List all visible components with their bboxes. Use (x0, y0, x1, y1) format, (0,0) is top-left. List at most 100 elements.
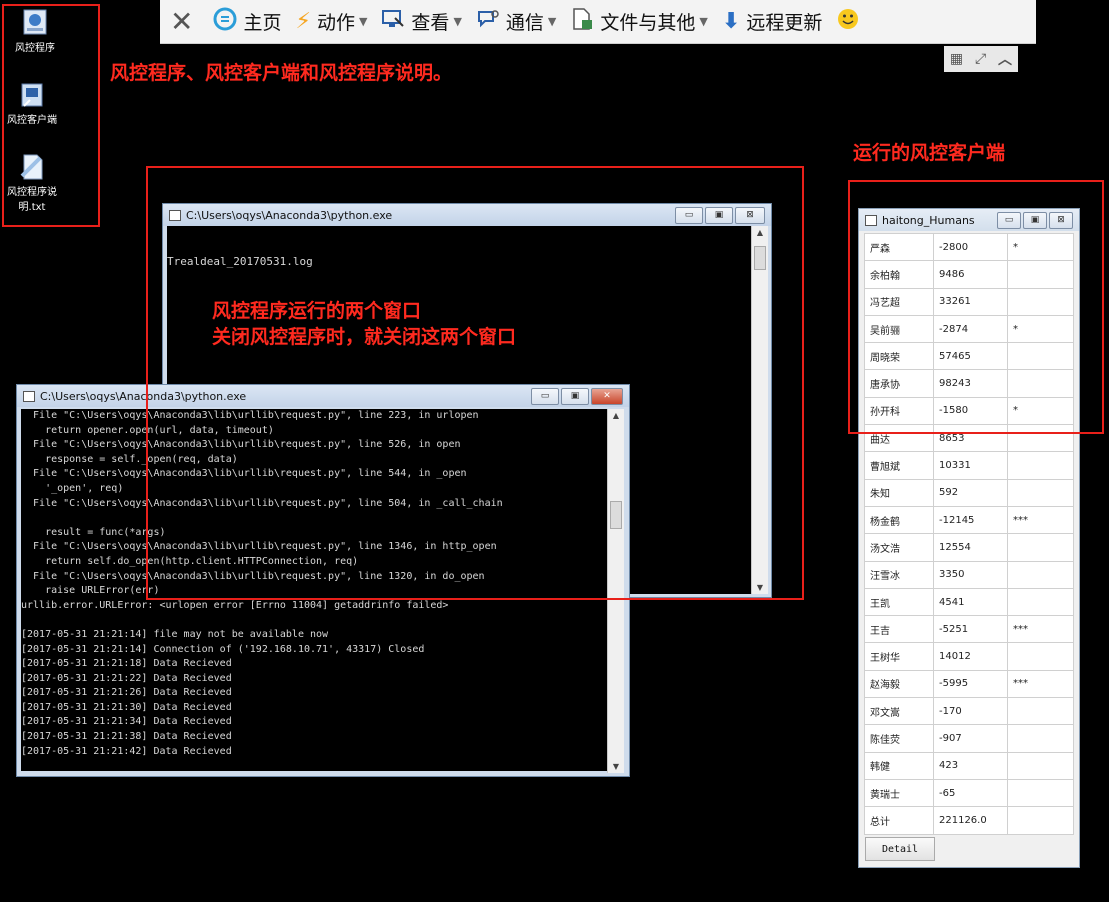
table-row[interactable]: 陈佳荧 -907 (864, 724, 1074, 753)
table-row[interactable]: 严森 -2800 * (864, 232, 1074, 262)
table-cell-name: 朱知 (864, 478, 934, 507)
toolbar-home-button[interactable]: 主页 (213, 0, 281, 44)
toolbar-view-label: 查看 (411, 12, 450, 34)
table-cell-flag: *** (1007, 615, 1074, 644)
minimize-button[interactable]: ▭ (531, 388, 559, 405)
table-row[interactable]: 韩健 423 (864, 751, 1074, 780)
table-cell-value: -65 (933, 778, 1008, 808)
console-front-scrollbar[interactable]: ▲ ▼ (607, 409, 624, 773)
table-cell-value: 14012 (933, 642, 1008, 671)
table-row[interactable]: 王吉 -5251 *** (864, 615, 1074, 644)
table-cell-name: 唐承协 (864, 369, 934, 398)
table-cell-value: 423 (933, 751, 1008, 780)
scroll-up-icon[interactable]: ▲ (752, 228, 768, 237)
table-cell-flag (1007, 751, 1074, 780)
table-row[interactable]: 汤文浩 12554 (864, 533, 1074, 562)
close-button[interactable]: ⊠ (735, 207, 765, 224)
table-row[interactable]: 黄瑞士 -65 (864, 778, 1074, 808)
positions-table: 严森 -2800 * 余柏翰 9486 冯艺超 33261 吴前骊 -2874 * 周晓荣 57465… (864, 232, 1074, 835)
table-cell-value: 3350 (933, 560, 1008, 589)
table-row[interactable]: 赵海毅 -5995 *** (864, 669, 1074, 699)
chevron-up-icon[interactable]: ︿ (998, 49, 1012, 69)
console-window-back-title: C:\Users\oqys\Anaconda3\python.exe (186, 208, 393, 222)
scrollbar-thumb[interactable] (610, 501, 622, 529)
table-cell-value: -1580 (933, 396, 1008, 426)
toolbar-smiley-button[interactable] (836, 0, 866, 44)
console-window-front-titlebar[interactable]: C:\Users\oqys\Anaconda3\python.exe ▭ ▣ ✕ (17, 385, 629, 407)
close-button[interactable]: ⊠ (1049, 212, 1073, 229)
program-icon (21, 8, 49, 38)
table-cell-flag (1007, 587, 1074, 617)
scroll-up-icon[interactable]: ▲ (608, 411, 624, 420)
download-icon: ⬇ (721, 8, 741, 34)
table-cell-name: 黄瑞士 (864, 778, 934, 808)
table-row[interactable]: 朱知 592 (864, 478, 1074, 507)
toolbar-comm-menu[interactable]: 通信 ▼ (476, 0, 556, 44)
minimize-button[interactable]: ▭ (997, 212, 1021, 229)
table-row[interactable]: 冯艺超 33261 (864, 287, 1074, 316)
client-window[interactable]: haitong_Humans ▭ ▣ ⊠ 严森 -2800 * 余柏翰 9486 冯艺超 3… (858, 208, 1080, 868)
desktop-icon-client[interactable]: 风控客户端 (0, 80, 67, 128)
toolbar-view-menu[interactable]: 查看 ▼ (381, 0, 462, 44)
table-row[interactable]: 王树华 14012 (864, 642, 1074, 671)
client-window-title: haitong_Humans (882, 213, 975, 227)
toolbar-files-menu[interactable]: 文件与其他 ▼ (570, 0, 708, 44)
desktop-icon-readme-label-line1: 风控程序说 (7, 187, 57, 198)
scrollbar-thumb[interactable] (754, 246, 766, 270)
toolbar-action-menu[interactable]: ⚡ 动作 ▼ (295, 0, 367, 44)
table-row[interactable]: 余柏翰 9486 (864, 260, 1074, 289)
fullscreen-icon[interactable]: ⤢ (975, 51, 986, 67)
table-row[interactable]: 孙开科 -1580 * (864, 396, 1074, 426)
table-cell-value: -907 (933, 724, 1008, 753)
table-row[interactable]: 汪雪冰 3350 (864, 560, 1074, 589)
table-row[interactable]: 杨金鹤 -12145 *** (864, 505, 1074, 535)
scroll-down-icon[interactable]: ▼ (608, 762, 624, 771)
grid-icon[interactable]: ▦ (950, 51, 963, 67)
scroll-down-icon[interactable]: ▼ (752, 583, 768, 592)
table-row[interactable]: 总计 221126.0 (864, 806, 1074, 835)
table-row[interactable]: 邓文嵩 -170 (864, 697, 1074, 726)
close-button[interactable]: ✕ (591, 388, 623, 405)
table-row[interactable]: 曹旭斌 10331 (864, 451, 1074, 480)
table-cell-flag: *** (1007, 669, 1074, 699)
table-cell-name: 孙开科 (864, 396, 934, 426)
console-window-front[interactable]: C:\Users\oqys\Anaconda3\python.exe ▭ ▣ ✕… (16, 384, 630, 777)
table-cell-value: 592 (933, 478, 1008, 507)
detail-button[interactable]: Detail (865, 837, 935, 861)
console-window-back-titlebar[interactable]: C:\Users\oqys\Anaconda3\python.exe ▭ ▣ ⊠ (163, 204, 771, 226)
desktop-icon-readme[interactable]: 风控程序说 明.txt (0, 152, 67, 215)
table-cell-name: 陈佳荧 (864, 724, 934, 753)
maximize-button[interactable]: ▣ (561, 388, 589, 405)
table-cell-value: -5995 (933, 669, 1008, 699)
client-window-titlebar[interactable]: haitong_Humans ▭ ▣ ⊠ (859, 209, 1079, 231)
annotation-windows-note-line1: 风控程序运行的两个窗口 (212, 300, 422, 322)
minimize-button[interactable]: ▭ (675, 207, 703, 224)
console-back-scrollbar[interactable]: ▲ ▼ (751, 226, 768, 594)
table-row[interactable]: 唐承协 98243 (864, 369, 1074, 398)
smiley-icon (836, 7, 860, 36)
maximize-button[interactable]: ▣ (705, 207, 733, 224)
table-cell-value: -170 (933, 697, 1008, 726)
lightning-icon: ⚡ (295, 8, 311, 34)
table-row[interactable]: 王凯 4541 (864, 587, 1074, 617)
table-cell-flag (1007, 424, 1074, 453)
toolbar-action-label: 动作 (316, 12, 355, 34)
table-row[interactable]: 曲达 8653 (864, 424, 1074, 453)
toolbar-remote-update-button[interactable]: ⬇ 远程更新 (722, 0, 822, 44)
desktop-icon-program[interactable]: 风控程序 (0, 8, 70, 56)
table-cell-name: 曹旭斌 (864, 451, 934, 480)
toolbar-close-button[interactable]: ✕ (170, 0, 199, 44)
table-cell-flag (1007, 560, 1074, 589)
console-front-output: File "C:\Users\oqys\Anaconda3\lib\urllib… (21, 409, 607, 771)
maximize-button[interactable]: ▣ (1023, 212, 1047, 229)
desktop-icon-readme-label-line2: 明.txt (18, 202, 46, 213)
toolbar-remote-update-label: 远程更新 (746, 12, 823, 34)
table-row[interactable]: 周晓荣 57465 (864, 342, 1074, 371)
remote-toolbar: ✕ 主页 ⚡ 动作 ▼ 查看 ▼ 通信 ▼ 文件与其他 ▼ ⬇ 远程更新 (160, 0, 1036, 44)
table-cell-value: 33261 (933, 287, 1008, 316)
table-cell-value: 98243 (933, 369, 1008, 398)
table-cell-name: 余柏翰 (864, 260, 934, 289)
chevron-down-icon: ▼ (699, 15, 708, 28)
table-row[interactable]: 吴前骊 -2874 * (864, 314, 1074, 344)
chat-icon (476, 8, 500, 35)
